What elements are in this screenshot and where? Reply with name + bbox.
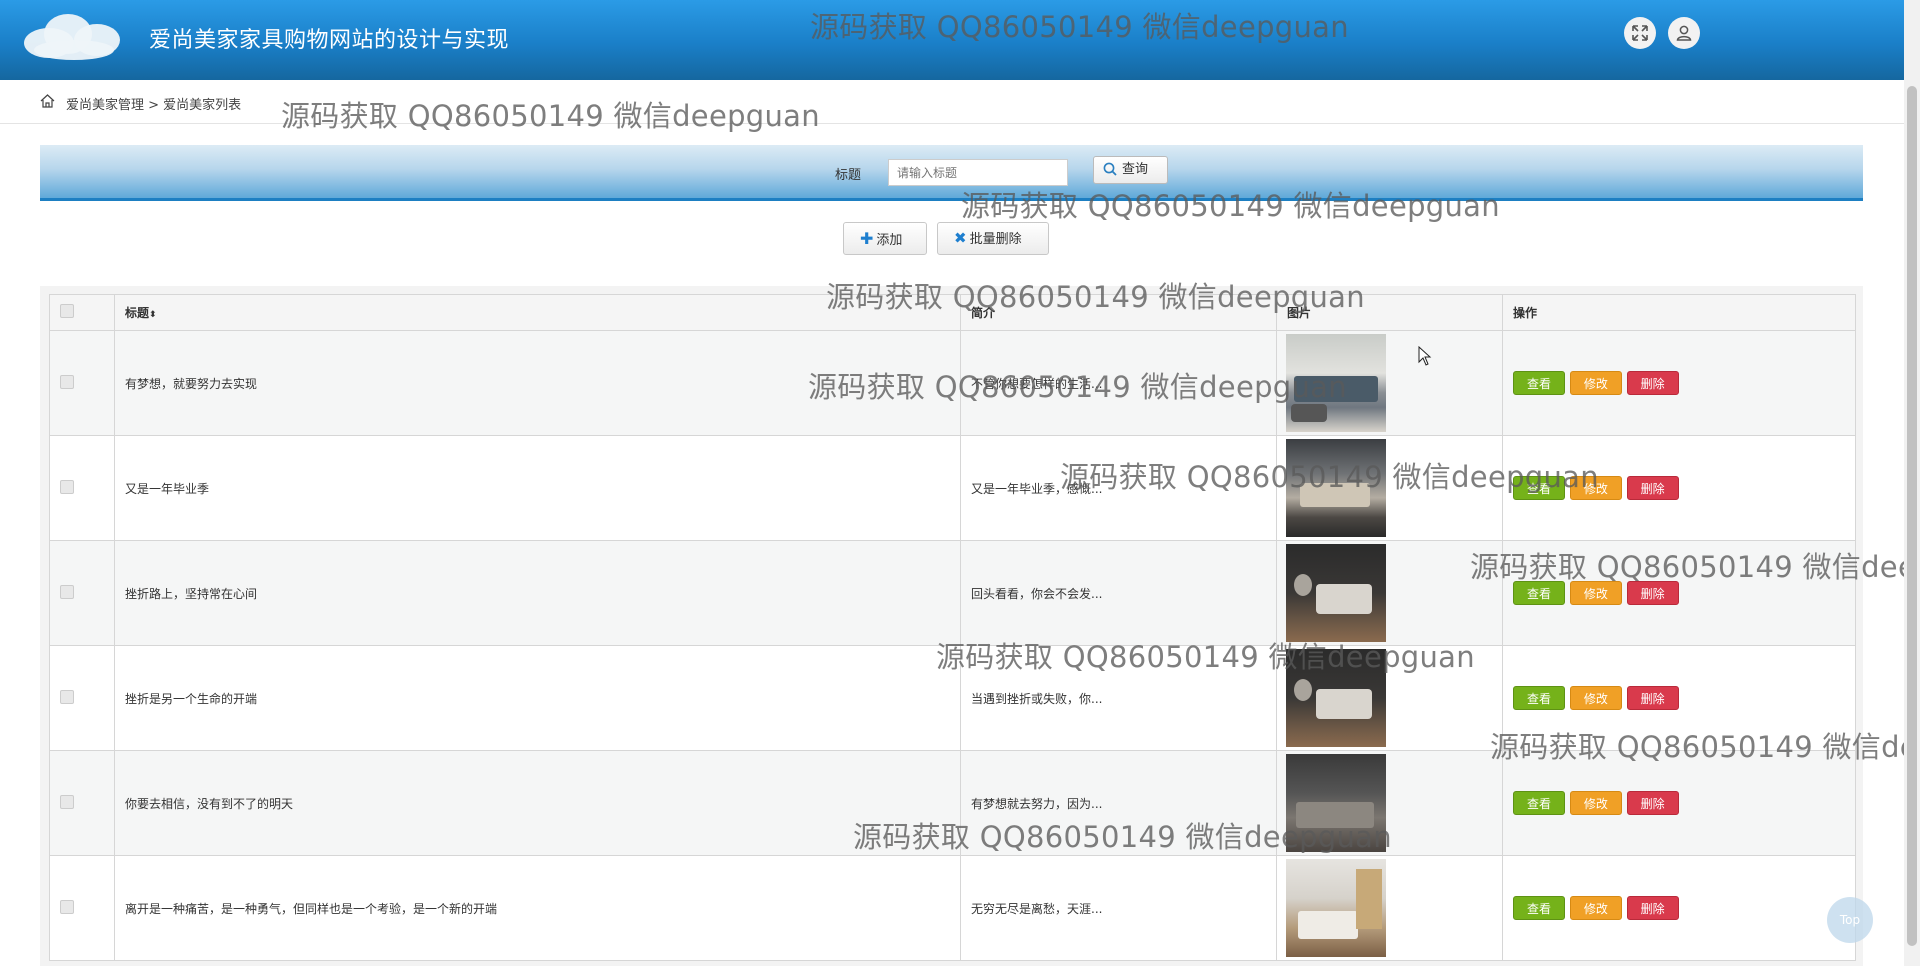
edit-button[interactable]: 修改	[1569, 791, 1622, 815]
furniture-image[interactable]	[1286, 859, 1386, 957]
watermark-text: 源码获取 QQ86050149 微信deepguan	[936, 640, 1475, 674]
row-title: 离开是一种痛苦，是一种勇气，但同样也是一个考验，是一个新的开端	[114, 855, 961, 961]
fullscreen-button[interactable]	[1624, 17, 1656, 49]
edit-button[interactable]: 修改	[1569, 371, 1622, 395]
back-to-top-button[interactable]: Top	[1827, 897, 1873, 943]
furniture-image[interactable]	[1286, 544, 1386, 642]
expand-icon	[1632, 25, 1648, 41]
row-title: 挫折是另一个生命的开端	[114, 645, 961, 751]
row-intro: 回头看看，你会不会发...	[960, 540, 1277, 646]
row-title: 挫折路上，坚持常在心间	[114, 540, 961, 646]
watermark-text: 源码获取 QQ86050149 微信deepguan	[808, 370, 1347, 404]
scrollbar-thumb[interactable]	[1907, 86, 1917, 946]
search-bar: 标题 查询	[40, 145, 1863, 201]
add-button[interactable]: ✚ 添加	[843, 222, 927, 255]
delete-button[interactable]: 删除	[1626, 686, 1679, 710]
row-checkbox[interactable]	[60, 374, 74, 389]
sort-icon[interactable]: ⬍	[149, 310, 157, 320]
watermark-text: 源码获取 QQ86050149 微信deepguan	[826, 280, 1365, 314]
view-button[interactable]: 查看	[1513, 791, 1565, 815]
watermark-text: 源码获取 QQ86050149 微信deepguan	[810, 10, 1349, 44]
search-label: 标题	[835, 168, 862, 183]
delete-button[interactable]: 删除	[1626, 896, 1679, 920]
vertical-scrollbar[interactable]	[1904, 0, 1920, 966]
column-header-title-label: 标题	[125, 306, 150, 320]
logo-cloud-icon	[18, 6, 126, 62]
user-icon	[1676, 25, 1692, 41]
watermark-text: 源码获取 QQ86050149 微信deepguan	[1490, 730, 1920, 764]
view-button[interactable]: 查看	[1513, 686, 1565, 710]
search-button[interactable]: 查询	[1093, 156, 1168, 184]
watermark-text: 源码获取 QQ86050149 微信deepguan	[281, 99, 820, 133]
view-button[interactable]: 查看	[1513, 371, 1565, 395]
delete-button[interactable]: 删除	[1626, 791, 1679, 815]
watermark-text: 源码获取 QQ86050149 微信deepguan	[853, 820, 1392, 854]
view-button[interactable]: 查看	[1513, 896, 1565, 920]
home-icon[interactable]	[40, 94, 55, 108]
search-icon	[1103, 162, 1117, 176]
watermark-text: 源码获取 QQ86050149 微信deepguan	[1060, 460, 1599, 494]
row-checkbox[interactable]	[60, 794, 74, 809]
delete-button[interactable]: 删除	[1626, 371, 1679, 395]
user-button[interactable]	[1668, 17, 1700, 49]
row-checkbox[interactable]	[60, 584, 74, 599]
row-intro: 无穷无尽是离愁，天涯...	[960, 855, 1277, 961]
table-row: 离开是一种痛苦，是一种勇气，但同样也是一个考验，是一个新的开端 无穷无尽是离愁，…	[49, 855, 1856, 961]
row-checkbox[interactable]	[60, 899, 74, 914]
column-header-actions: 操作	[1502, 294, 1856, 331]
delete-button[interactable]: 删除	[1626, 476, 1679, 500]
watermark-text: 源码获取 QQ86050149 微信deepguan	[1470, 550, 1920, 584]
site-title: 爱尚美家家具购物网站的设计与实现	[149, 28, 510, 53]
row-checkbox[interactable]	[60, 479, 74, 494]
mouse-cursor-icon	[1418, 346, 1432, 366]
edit-button[interactable]: 修改	[1569, 686, 1622, 710]
batch-delete-button-label: 批量删除	[969, 232, 1022, 247]
search-button-label: 查询	[1122, 162, 1149, 177]
plus-icon: ✚	[860, 229, 874, 248]
row-title: 又是一年毕业季	[114, 435, 961, 541]
batch-delete-button[interactable]: ✖ 批量删除	[937, 222, 1049, 255]
select-all-checkbox[interactable]	[60, 304, 74, 318]
close-icon: ✖	[954, 229, 967, 247]
select-all-cell	[49, 294, 115, 331]
breadcrumb-text[interactable]: 爱尚美家管理 > 爱尚美家列表	[66, 94, 241, 113]
add-button-label: 添加	[876, 233, 903, 248]
edit-button[interactable]: 修改	[1569, 896, 1622, 920]
search-input[interactable]	[888, 159, 1068, 186]
watermark-text: 源码获取 QQ86050149 微信deepguan	[961, 189, 1500, 223]
row-checkbox[interactable]	[60, 689, 74, 704]
row-title: 你要去相信，没有到不了的明天	[114, 750, 961, 856]
